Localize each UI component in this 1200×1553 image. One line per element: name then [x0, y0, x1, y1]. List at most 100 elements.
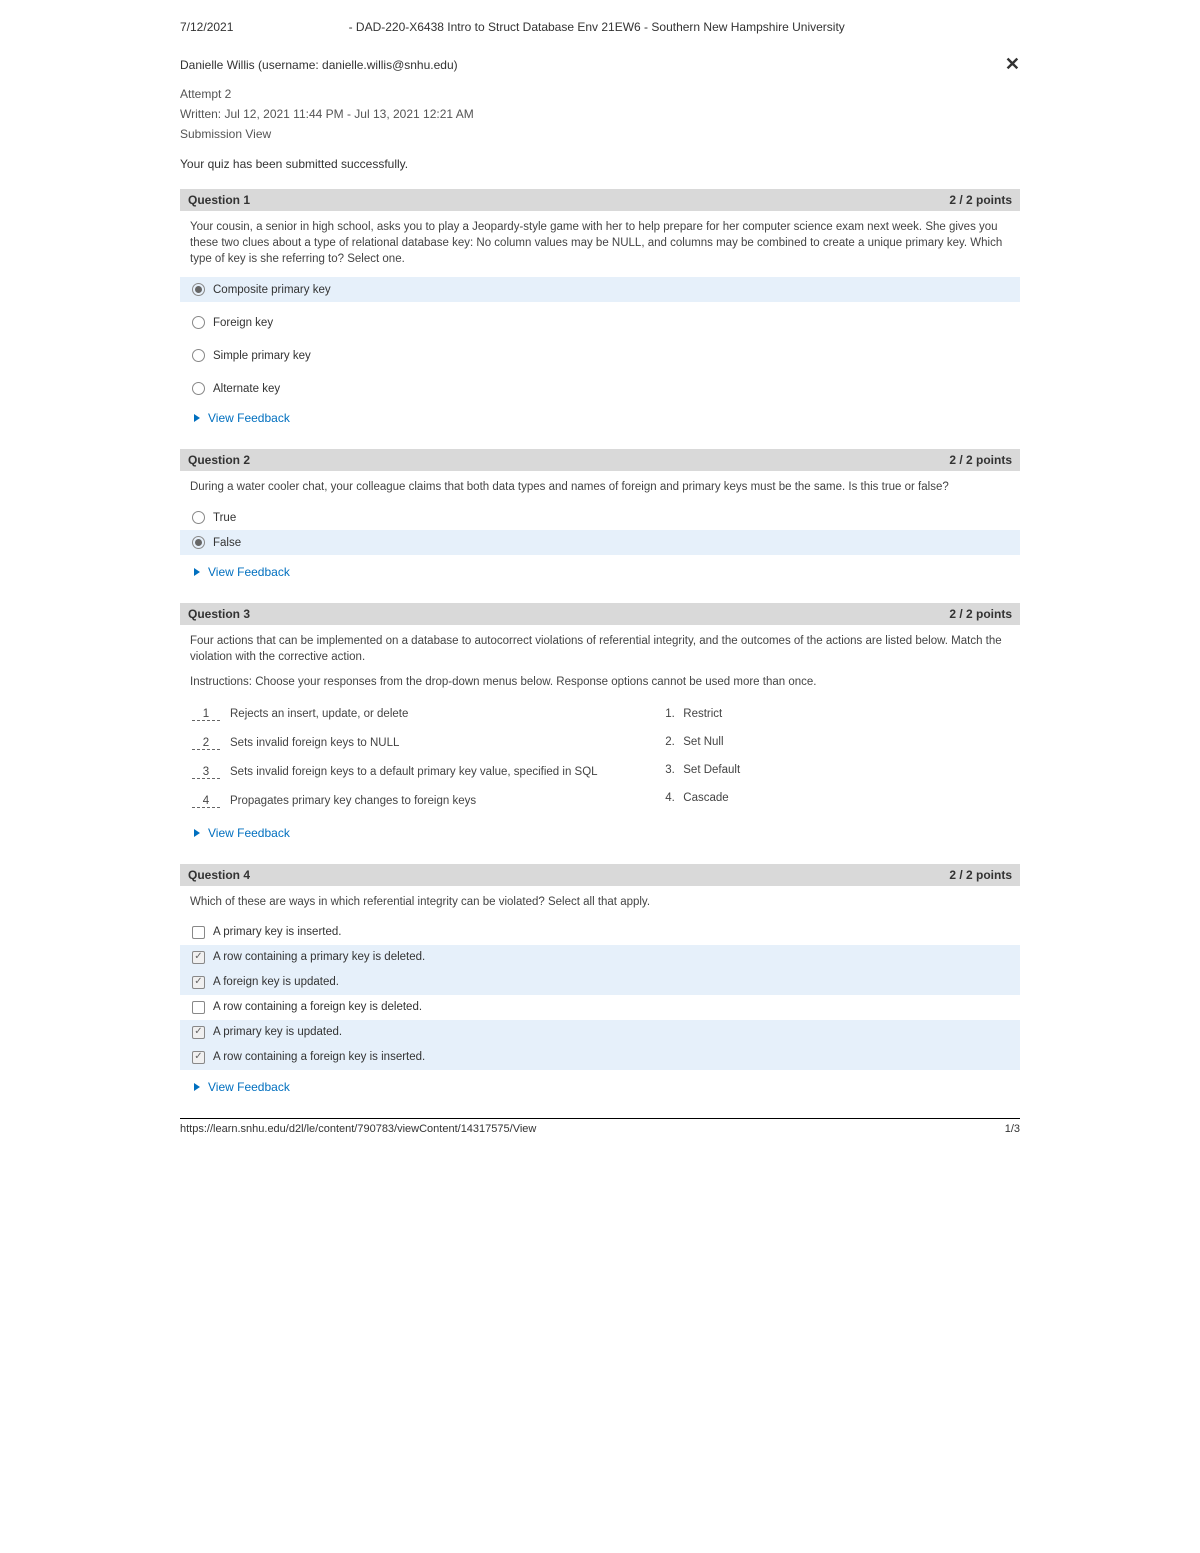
print-footer: https://learn.snhu.edu/d2l/le/content/79…: [180, 1118, 1020, 1135]
option-label: A row containing a foreign key is delete…: [213, 1001, 422, 1013]
option-label: A primary key is inserted.: [213, 926, 341, 938]
match-right-text: Restrict: [683, 708, 722, 720]
option-label: Alternate key: [213, 383, 280, 395]
triangle-right-icon: [194, 568, 200, 576]
match-left-text: Propagates primary key changes to foreig…: [230, 795, 476, 807]
match-right-row: 3. Set Default: [665, 756, 1008, 784]
question-points: 2 / 2 points: [949, 453, 1012, 467]
triangle-right-icon: [194, 414, 200, 422]
view-feedback-link[interactable]: View Feedback: [180, 816, 1020, 846]
radio-icon: [192, 349, 205, 362]
match-answer-num[interactable]: 2: [192, 737, 220, 750]
option-label: A row containing a primary key is delete…: [213, 951, 425, 963]
match-right-text: Set Null: [683, 736, 723, 748]
match-right-row: 4. Cascade: [665, 784, 1008, 812]
footer-page-num: 1/3: [1005, 1123, 1020, 1135]
question-points: 2 / 2 points: [949, 607, 1012, 621]
close-icon[interactable]: ✕: [1005, 54, 1020, 75]
radio-icon: [192, 283, 205, 296]
question-3: Question 3 2 / 2 points Four actions tha…: [180, 603, 1020, 845]
checkbox-icon: [192, 1001, 205, 1014]
question-title: Question 4: [188, 868, 250, 882]
match-left-row: 2 Sets invalid foreign keys to NULL: [192, 729, 665, 758]
option-pk-inserted[interactable]: A primary key is inserted.: [180, 920, 1020, 945]
checkbox-icon: [192, 1026, 205, 1039]
footer-url: https://learn.snhu.edu/d2l/le/content/79…: [180, 1123, 536, 1135]
option-alternate-key[interactable]: Alternate key: [180, 376, 1020, 401]
match-answer-num[interactable]: 1: [192, 708, 220, 721]
option-fk-row-inserted[interactable]: A row containing a foreign key is insert…: [180, 1045, 1020, 1070]
match-right-text: Cascade: [683, 792, 728, 804]
feedback-label: View Feedback: [208, 565, 290, 579]
match-right-text: Set Default: [683, 764, 740, 776]
option-label: Foreign key: [213, 317, 273, 329]
print-title: - DAD-220-X6438 Intro to Struct Database…: [233, 20, 960, 34]
triangle-right-icon: [194, 1083, 200, 1091]
checkbox-icon: [192, 951, 205, 964]
match-left-text: Rejects an insert, update, or delete: [230, 708, 408, 720]
triangle-right-icon: [194, 829, 200, 837]
match-left-row: 1 Rejects an insert, update, or delete: [192, 700, 665, 729]
question-2: Question 2 2 / 2 points During a water c…: [180, 449, 1020, 585]
match-right-row: 2. Set Null: [665, 728, 1008, 756]
option-label: True: [213, 512, 236, 524]
checkbox-icon: [192, 1051, 205, 1064]
user-line: Danielle Willis (username: danielle.will…: [180, 58, 458, 72]
match-key-num: 3.: [665, 764, 683, 776]
match-key-num: 4.: [665, 792, 683, 804]
option-pk-updated[interactable]: A primary key is updated.: [180, 1020, 1020, 1045]
checkbox-icon: [192, 976, 205, 989]
view-feedback-link[interactable]: View Feedback: [180, 1070, 1020, 1100]
question-prompt: Four actions that can be implemented on …: [180, 625, 1020, 675]
view-feedback-link[interactable]: View Feedback: [180, 401, 1020, 431]
match-left-text: Sets invalid foreign keys to a default p…: [230, 766, 598, 778]
question-title: Question 2: [188, 453, 250, 467]
question-title: Question 3: [188, 607, 250, 621]
radio-icon: [192, 382, 205, 395]
option-label: Simple primary key: [213, 350, 311, 362]
match-answer-num[interactable]: 4: [192, 795, 220, 808]
match-key-num: 1.: [665, 708, 683, 720]
option-label: Composite primary key: [213, 284, 331, 296]
print-date: 7/12/2021: [180, 20, 233, 34]
success-message: Your quiz has been submitted successfull…: [180, 157, 1020, 171]
option-label: A foreign key is updated.: [213, 976, 339, 988]
view-feedback-link[interactable]: View Feedback: [180, 555, 1020, 585]
question-4: Question 4 2 / 2 points Which of these a…: [180, 864, 1020, 1100]
option-false[interactable]: False: [180, 530, 1020, 555]
match-right-row: 1. Restrict: [665, 700, 1008, 728]
submission-view-label: Submission View: [180, 127, 1020, 141]
option-label: A primary key is updated.: [213, 1026, 342, 1038]
option-composite-primary-key[interactable]: Composite primary key: [180, 277, 1020, 302]
question-prompt: During a water cooler chat, your colleag…: [180, 471, 1020, 505]
radio-icon: [192, 536, 205, 549]
option-simple-primary-key[interactable]: Simple primary key: [180, 343, 1020, 368]
question-points: 2 / 2 points: [949, 193, 1012, 207]
option-pk-row-deleted[interactable]: A row containing a primary key is delete…: [180, 945, 1020, 970]
match-key-num: 2.: [665, 736, 683, 748]
match-left-row: 3 Sets invalid foreign keys to a default…: [192, 758, 665, 787]
question-prompt: Your cousin, a senior in high school, as…: [180, 211, 1020, 277]
radio-icon: [192, 511, 205, 524]
question-prompt: Which of these are ways in which referen…: [180, 886, 1020, 920]
attempt-label: Attempt 2: [180, 87, 1020, 101]
question-title: Question 1: [188, 193, 250, 207]
radio-icon: [192, 316, 205, 329]
option-fk-row-deleted[interactable]: A row containing a foreign key is delete…: [180, 995, 1020, 1020]
match-left-text: Sets invalid foreign keys to NULL: [230, 737, 399, 749]
feedback-label: View Feedback: [208, 411, 290, 425]
question-points: 2 / 2 points: [949, 868, 1012, 882]
option-fk-updated[interactable]: A foreign key is updated.: [180, 970, 1020, 995]
option-true[interactable]: True: [180, 505, 1020, 530]
checkbox-icon: [192, 926, 205, 939]
print-header: 7/12/2021 - DAD-220-X6438 Intro to Struc…: [180, 20, 1020, 34]
option-label: A row containing a foreign key is insert…: [213, 1051, 425, 1063]
question-instructions: Instructions: Choose your responses from…: [180, 676, 1020, 696]
option-foreign-key[interactable]: Foreign key: [180, 310, 1020, 335]
question-1: Question 1 2 / 2 points Your cousin, a s…: [180, 189, 1020, 431]
written-label: Written: Jul 12, 2021 11:44 PM - Jul 13,…: [180, 107, 1020, 121]
match-answer-num[interactable]: 3: [192, 766, 220, 779]
feedback-label: View Feedback: [208, 1080, 290, 1094]
match-left-row: 4 Propagates primary key changes to fore…: [192, 787, 665, 816]
option-label: False: [213, 537, 241, 549]
